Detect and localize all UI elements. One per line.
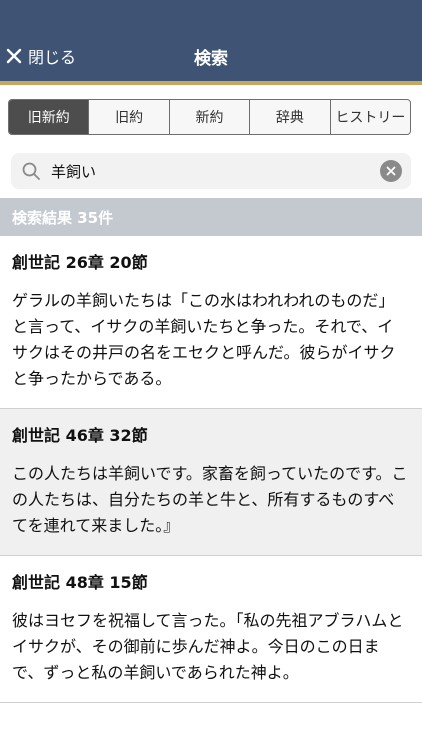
- segment-new-testament[interactable]: 新約: [170, 100, 251, 134]
- clear-icon: [386, 166, 396, 176]
- segment-history[interactable]: ヒストリー: [331, 100, 410, 134]
- search-icon: [22, 162, 40, 180]
- result-item[interactable]: 創世記 48章 15節 彼はヨセフを祝福して言った。「私の先祖アブラハムとイサク…: [0, 556, 422, 703]
- result-reference: 創世記 46章 32節: [12, 426, 148, 445]
- results-count-header: 検索結果 35件: [0, 198, 422, 236]
- result-reference: 創世記 26章 20節: [12, 253, 148, 272]
- segment-old-new-testament[interactable]: 旧新約: [9, 100, 90, 134]
- results-list: 創世記 26章 20節 ゲラルの羊飼いたちは「この水はわれわれのものだ」と言って…: [0, 236, 422, 703]
- search-input[interactable]: [41, 153, 380, 189]
- search-bar: [11, 153, 411, 189]
- result-item[interactable]: 創世記 46章 32節 この人たちは羊飼いです。家畜を飼っていたのです。この人た…: [0, 409, 422, 556]
- result-reference: 創世記 48章 15節: [12, 573, 148, 592]
- close-button[interactable]: 閉じる: [6, 44, 76, 68]
- result-item[interactable]: 創世記 26章 20節 ゲラルの羊飼いたちは「この水はわれわれのものだ」と言って…: [0, 236, 422, 409]
- close-icon: [6, 48, 22, 64]
- result-text: この人たちは羊飼いです。家畜を飼っていたのです。この人たちは、自分たちの羊と牛と…: [12, 464, 408, 535]
- segment-old-testament[interactable]: 旧約: [89, 100, 170, 134]
- clear-search-button[interactable]: [380, 160, 402, 182]
- navigation-bar: 閉じる 検索: [0, 0, 422, 85]
- result-text: ゲラルの羊飼いたちは「この水はわれわれのものだ」と言って、イサクの羊飼いたちと争…: [12, 291, 396, 388]
- segment-dictionary[interactable]: 辞典: [250, 100, 331, 134]
- scope-segmented-control: 旧新約 旧約 新約 辞典 ヒストリー: [8, 99, 411, 135]
- close-button-label: 閉じる: [28, 48, 77, 67]
- result-text: 彼はヨセフを祝福して言った。「私の先祖アブラハムとイサクが、その御前に歩んだ神よ…: [12, 611, 404, 682]
